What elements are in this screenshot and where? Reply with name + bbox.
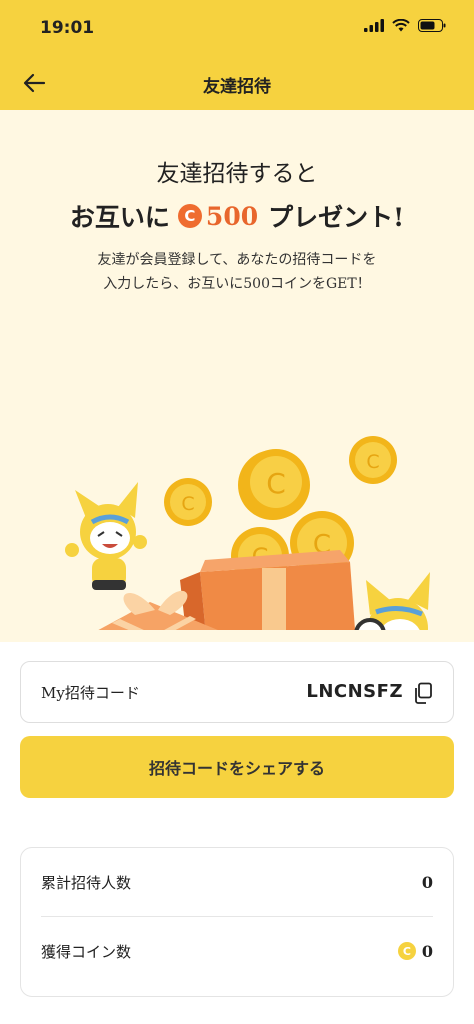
status-bar: 19:01 (0, 0, 474, 52)
fox-character-left (65, 482, 147, 590)
battery-icon (418, 19, 446, 32)
hero-amount: 500 (205, 201, 259, 231)
coins-value-wrap: C 0 (397, 941, 433, 961)
hero-post-text: プレゼント! (268, 203, 405, 232)
coin-2: C (164, 478, 212, 526)
coin-icon-small: C (397, 942, 416, 960)
status-icons (364, 19, 446, 32)
hero-banner: 友達招待すると お互いに C 500 プレゼント! 友達が会員登録して、あなたの… (0, 110, 474, 642)
share-invite-code-button[interactable]: 招待コードをシェアする (20, 736, 454, 798)
invite-friends-screen: 19:01 友達招待 友達招待すると お互いに C 500 プレゼント! 友達が… (0, 0, 474, 1024)
hero-title-line2: お互いに C 500 プレゼント! (0, 198, 474, 234)
top-bar: 19:01 友達招待 (0, 0, 474, 110)
gift-illustration: C C C C C C (65, 436, 430, 630)
invites-value: 0 (421, 872, 433, 892)
coin-a: C (243, 449, 309, 515)
status-time: 19:01 (40, 18, 95, 38)
hero-description: 友達が会員登録して、あなたの招待コードを 入力したら、お互いに500コインをGE… (0, 248, 474, 296)
svg-text:C: C (366, 451, 379, 473)
invites-label: 累計招待人数 (41, 873, 132, 892)
page-title: 友達招待 (203, 77, 271, 97)
hero-desc-line1: 友達が会員登録して、あなたの招待コードを (97, 252, 377, 268)
signal-icon (364, 19, 384, 32)
stats-card: 累計招待人数 0 獲得コイン数 C 0 (20, 847, 454, 997)
coin-icon: C (177, 204, 202, 228)
stat-row-invites: 累計招待人数 0 (41, 848, 433, 916)
coins-value: 0 (421, 941, 433, 961)
copy-icon[interactable] (413, 682, 433, 704)
coins-label: 獲得コイン数 (41, 942, 132, 961)
fox-character-right (354, 572, 430, 630)
hero-title-line1: 友達招待すると (156, 161, 318, 187)
hero-desc-line2: 入力したら、お互いに500コインをGET！ (103, 276, 371, 292)
stat-row-coins: 獲得コイン数 C 0 (41, 917, 433, 985)
svg-text:C: C (181, 493, 194, 515)
nav-header: 友達招待 (0, 62, 474, 106)
hero-pre-text: お互いに (69, 203, 170, 232)
open-gift-box (180, 550, 356, 630)
svg-text:C: C (266, 467, 286, 500)
invite-code-value: LNCNSFZ (306, 681, 403, 702)
invite-code-label: My招待コード (41, 684, 140, 702)
wifi-icon (392, 19, 410, 32)
coin-b: C (349, 436, 397, 484)
invite-code-card: My招待コード LNCNSFZ (20, 661, 454, 723)
